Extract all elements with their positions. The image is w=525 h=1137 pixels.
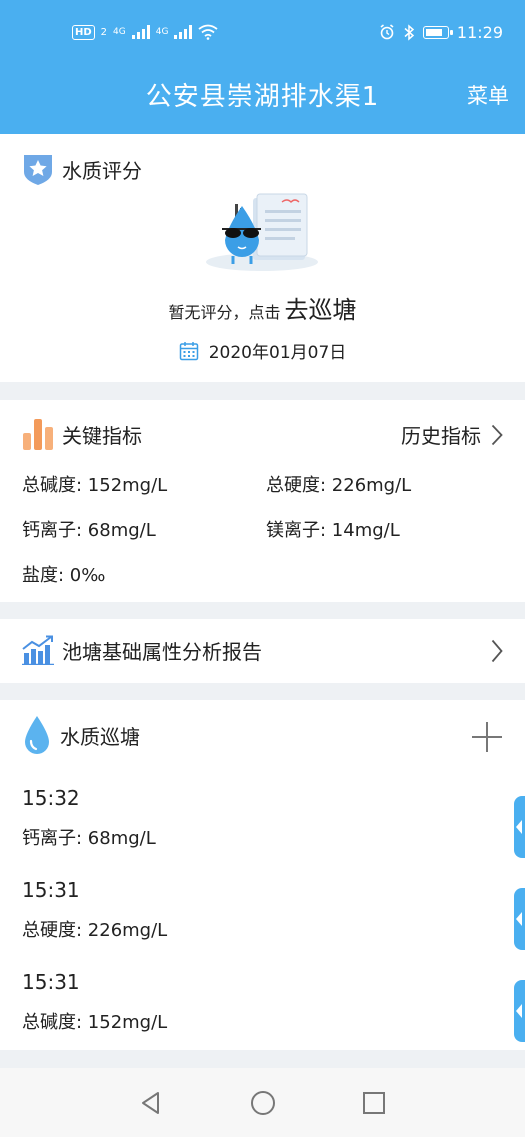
water-patrol-title: 水质巡塘: [60, 724, 140, 749]
growth-chart-icon: [22, 635, 54, 665]
network-type-1: 4G: [113, 27, 126, 37]
network-type-2: 4G: [155, 27, 169, 37]
patrol-entry-time: 15:32: [22, 786, 80, 810]
status-bar-right: 11:29: [379, 22, 503, 42]
bluetooth-icon: [404, 23, 415, 41]
app-header: HD 2 4G 4G 11:29 公安县崇湖排水渠1 菜单: [0, 0, 525, 134]
history-indicators-link[interactable]: 历史指标: [401, 420, 503, 449]
entry-swipe-handle[interactable]: [514, 980, 525, 1042]
patrol-entry-value: 钙离子: 68mg/L: [22, 828, 156, 849]
chevron-right-icon: [491, 639, 503, 663]
no-score-text: 暂无评分，点击: [168, 303, 281, 322]
water-drop-mascot-illustration: [206, 193, 318, 271]
battery-fill: [425, 28, 442, 36]
hd-badge: HD: [72, 24, 95, 40]
key-indicators-card: 关键指标 历史指标 总碱度: 152mg/L 总硬度: 226mg/L 钙离子:…: [0, 400, 525, 602]
patrol-entry-time: 15:31: [22, 878, 80, 902]
pond-report-header: 池塘基础属性分析报告: [22, 635, 262, 665]
pond-report-row[interactable]: 池塘基础属性分析报告: [0, 619, 525, 683]
status-bar-left: HD 2 4G 4G: [72, 22, 219, 42]
patrol-entry-value: 总碱度: 152mg/L: [22, 1012, 168, 1033]
menu-button[interactable]: 菜单: [467, 80, 509, 110]
metric-total-alkalinity: 总碱度: 152mg/L: [22, 475, 168, 496]
metric-calcium: 钙离子: 68mg/L: [22, 520, 156, 541]
battery-icon: [422, 25, 453, 39]
calendar-icon: [179, 341, 198, 360]
back-icon[interactable]: [138, 1090, 164, 1116]
status-bar: HD 2 4G 4G 11:29: [0, 0, 525, 64]
chevron-right-icon: [491, 424, 503, 445]
water-score-header: 水质评分: [22, 152, 142, 186]
water-drop-icon: [25, 716, 49, 754]
metric-total-hardness: 总硬度: 226mg/L: [266, 475, 412, 496]
clock: 11:29: [456, 22, 503, 42]
history-indicators-label: 历史指标: [401, 424, 481, 448]
water-patrol-header: 水质巡塘: [22, 714, 140, 756]
wifi-icon: [198, 24, 219, 40]
key-indicators-title: 关键指标: [62, 423, 142, 448]
system-nav-bar: [0, 1068, 525, 1137]
page-title: 公安县崇湖排水渠1: [145, 82, 380, 112]
signal-1-icon: [131, 25, 150, 39]
no-score-row: 暂无评分，点击 去巡塘: [0, 290, 525, 325]
patrol-entry-value: 总硬度: 226mg/L: [22, 920, 168, 941]
score-date: 2020年01月07日: [208, 343, 347, 363]
entry-swipe-handle[interactable]: [514, 796, 525, 858]
water-patrol-card: 水质巡塘 15:32 钙离子: 68mg/L 15:31 总硬度: 226mg/…: [0, 700, 525, 1050]
patrol-entry-time: 15:31: [22, 970, 80, 994]
alarm-icon: [380, 24, 394, 40]
metric-magnesium: 镁离子: 14mg/L: [266, 520, 400, 541]
entry-swipe-handle[interactable]: [514, 888, 525, 950]
sim-indicator: 2: [100, 26, 108, 38]
key-indicators-header: 关键指标: [22, 417, 142, 451]
recents-icon[interactable]: [361, 1090, 387, 1116]
score-date-row: 2020年01月07日: [0, 338, 525, 363]
water-score-title: 水质评分: [62, 158, 142, 183]
signal-2-icon: [174, 25, 193, 39]
water-score-card: 水质评分 暂无评分，点击 去巡塘 2020年01月07日: [0, 134, 525, 382]
metric-salinity: 盐度: 0‰: [22, 565, 106, 586]
star-shield-icon: [24, 155, 52, 185]
go-patrol-link[interactable]: 去巡塘: [285, 296, 357, 324]
add-icon[interactable]: [471, 721, 503, 753]
pond-report-title: 池塘基础属性分析报告: [62, 639, 262, 664]
home-icon[interactable]: [250, 1090, 276, 1116]
bar-chart-icon: [23, 419, 53, 450]
